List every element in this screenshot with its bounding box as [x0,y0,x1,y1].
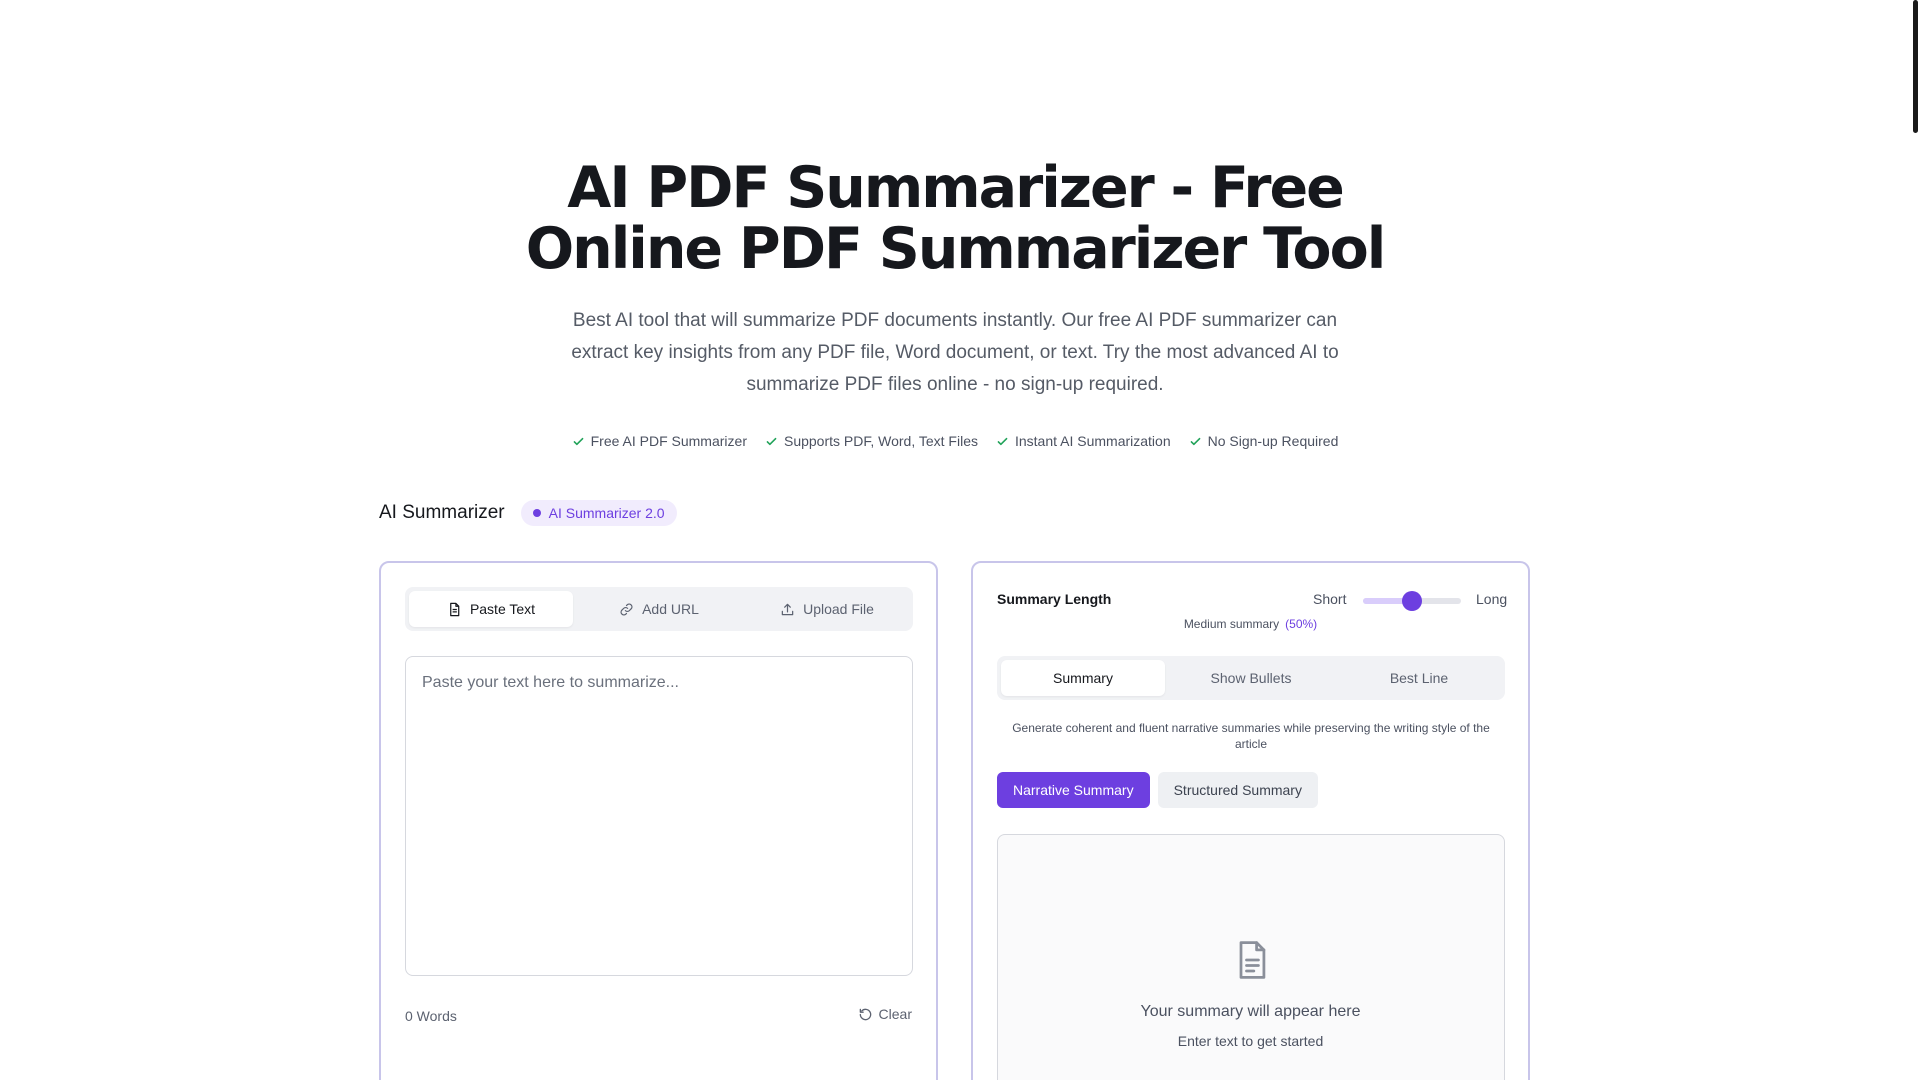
feature-item: No Sign-up Required [1189,433,1339,449]
document-icon [450,602,460,616]
check-icon [573,437,583,445]
button-label: Narrative Summary [1013,782,1134,798]
tab-summary[interactable]: Summary [1001,660,1165,696]
version-badge: AI Summarizer 2.0 [520,500,677,526]
check-icon [766,437,777,445]
narrative-summary-button[interactable]: Narrative Summary [997,772,1150,808]
badge-label: AI Summarizer 2.0 [548,505,665,521]
scrollbar-thumb[interactable] [1913,0,1918,133]
reset-icon [859,1008,871,1020]
tab-label: Show Bullets [1210,670,1292,686]
summary-mode-tabs: Summary Show Bullets Best Line [997,656,1505,700]
tab-show-bullets[interactable]: Show Bullets [1169,660,1333,696]
length-info-percent: (50%) [1285,617,1318,631]
feature-item: Free AI PDF Summarizer [572,433,747,449]
page-description: Best AI tool that will summarize PDF doc… [571,310,1339,395]
feature-label: Free AI PDF Summarizer [590,433,747,449]
document-icon [1239,941,1266,979]
input-source-tabs: Paste Text Add URL Upload File [405,587,913,631]
feature-label: No Sign-up Required [1207,433,1339,449]
mode-description: Generate coherent and fluent narrative s… [1012,721,1490,751]
tab-paste-text[interactable]: Paste Text [409,591,573,627]
text-input[interactable] [406,657,912,975]
slider-thumb[interactable] [1402,591,1422,611]
tab-label: Paste Text [469,601,536,617]
summary-output-box: Your summary will appear here Enter text… [997,834,1505,1080]
text-input-box [405,656,913,976]
page-scrollbar[interactable] [1912,0,1920,1080]
upload-icon [781,603,794,615]
output-panel: Summary Length Short Long Medium summary… [971,561,1530,1080]
page-title: AI PDF Summarizer - Free Online PDF Summ… [0,158,1910,280]
tab-label: Add URL [642,601,699,617]
tab-add-url[interactable]: Add URL [577,591,741,627]
empty-state-title: Your summary will appear here [1140,1003,1361,1020]
long-label: Long [1476,591,1508,607]
feature-label: Instant AI Summarization [1014,433,1171,449]
section-title: AI Summarizer [379,502,505,523]
summary-length-label: Summary Length [997,591,1112,607]
tab-label: Best Line [1389,670,1449,686]
button-label: Structured Summary [1173,782,1302,798]
title-line-2: Online PDF Summarizer Tool [525,216,1387,282]
feature-item: Supports PDF, Word, Text Files [765,433,978,449]
badge-dot-icon [532,509,541,517]
length-info: Medium summary (50%) [973,617,1528,631]
tab-label: Upload File [803,601,874,617]
tab-upload-file[interactable]: Upload File [745,591,909,627]
tab-label: Summary [1053,670,1113,686]
length-info-label: Medium summary [1183,617,1280,631]
tab-best-line[interactable]: Best Line [1337,660,1501,696]
input-panel: Paste Text Add URL Upload File 0 Words C… [379,561,938,1080]
clear-button[interactable]: Clear [858,1006,912,1022]
link-icon [620,602,633,616]
short-label: Short [1313,591,1347,607]
structured-summary-button[interactable]: Structured Summary [1157,772,1318,808]
check-icon [1190,437,1200,445]
feature-label: Supports PDF, Word, Text Files [783,433,978,449]
section-header: AI Summarizer AI Summarizer 2.0 [379,500,677,526]
summary-style-group: Narrative Summary Structured Summary [997,772,1318,808]
feature-item: Instant AI Summarization [996,433,1171,449]
summary-length-slider[interactable] [1363,591,1461,611]
word-count: 0 Words [405,1008,457,1024]
title-line-1: AI PDF Summarizer - Free [567,155,1345,221]
feature-list: Free AI PDF Summarizer Supports PDF, Wor… [0,433,1910,449]
check-icon [997,437,1008,445]
empty-state-subtitle: Enter text to get started [1177,1033,1324,1049]
clear-label: Clear [878,1006,912,1022]
